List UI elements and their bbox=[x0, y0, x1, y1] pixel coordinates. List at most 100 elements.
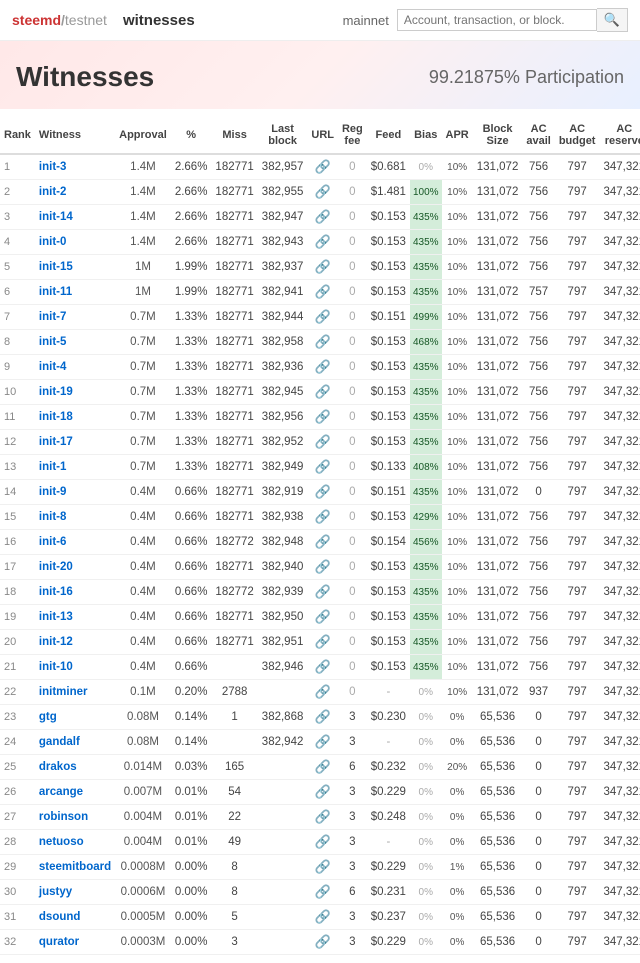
witness-link[interactable]: init-10 bbox=[39, 661, 73, 673]
site-name[interactable]: steemd bbox=[12, 12, 61, 28]
cell-apr: 10% bbox=[442, 680, 473, 705]
url-link-icon[interactable]: 🔗 bbox=[315, 809, 331, 824]
witness-link[interactable]: init-6 bbox=[39, 536, 66, 548]
url-link-icon[interactable]: 🔗 bbox=[315, 234, 331, 249]
cell-ac-avail: 756 bbox=[522, 455, 554, 480]
cell-apr: 10% bbox=[442, 230, 473, 255]
url-link-icon[interactable]: 🔗 bbox=[315, 159, 331, 174]
url-link-icon[interactable]: 🔗 bbox=[315, 359, 331, 374]
url-link-icon[interactable]: 🔗 bbox=[315, 184, 331, 199]
cell-url: 🔗 bbox=[307, 855, 338, 880]
cell-witness: arcange bbox=[35, 780, 115, 805]
witness-link[interactable]: init-15 bbox=[39, 261, 73, 273]
witness-link[interactable]: init-8 bbox=[39, 511, 66, 523]
url-link-icon[interactable]: 🔗 bbox=[315, 459, 331, 474]
cell-block-size: 131,072 bbox=[473, 680, 523, 705]
cell-last-block: 382,939 bbox=[258, 580, 308, 605]
url-link-icon[interactable]: 🔗 bbox=[315, 259, 331, 274]
url-link-icon[interactable]: 🔗 bbox=[315, 434, 331, 449]
url-link-icon[interactable]: 🔗 bbox=[315, 309, 331, 324]
url-link-icon[interactable]: 🔗 bbox=[315, 409, 331, 424]
cell-rank: 30 bbox=[0, 880, 35, 905]
witness-link[interactable]: init-14 bbox=[39, 211, 73, 223]
url-link-icon[interactable]: 🔗 bbox=[315, 484, 331, 499]
col-witness: Witness bbox=[35, 117, 115, 154]
witness-link[interactable]: netuoso bbox=[39, 836, 84, 848]
witness-link[interactable]: init-13 bbox=[39, 611, 73, 623]
mainnet-link[interactable]: mainnet bbox=[343, 13, 389, 28]
url-link-icon[interactable]: 🔗 bbox=[315, 209, 331, 224]
url-link-icon[interactable]: 🔗 bbox=[315, 384, 331, 399]
cell-ac-avail: 756 bbox=[522, 380, 554, 405]
url-link-icon[interactable]: 🔗 bbox=[315, 584, 331, 599]
witness-link[interactable]: init-18 bbox=[39, 411, 73, 423]
cell-witness: init-9 bbox=[35, 480, 115, 505]
witness-link[interactable]: qurator bbox=[39, 936, 79, 948]
cell-miss: 182771 bbox=[211, 205, 257, 230]
witness-link[interactable]: gandalf bbox=[39, 736, 80, 748]
witness-link[interactable]: init-16 bbox=[39, 586, 73, 598]
witness-link[interactable]: init-0 bbox=[39, 236, 66, 248]
search-input[interactable] bbox=[397, 9, 597, 31]
url-link-icon[interactable]: 🔗 bbox=[315, 684, 331, 699]
cell-block-size: 131,072 bbox=[473, 505, 523, 530]
url-link-icon[interactable]: 🔗 bbox=[315, 534, 331, 549]
witness-link[interactable]: arcange bbox=[39, 786, 83, 798]
url-link-icon[interactable]: 🔗 bbox=[315, 284, 331, 299]
witness-link[interactable]: init-4 bbox=[39, 361, 66, 373]
url-link-icon[interactable]: 🔗 bbox=[315, 559, 331, 574]
cell-bias: 0% bbox=[410, 680, 442, 705]
cell-reg-fee: 6 bbox=[338, 880, 367, 905]
url-link-icon[interactable]: 🔗 bbox=[315, 509, 331, 524]
witness-link[interactable]: justyy bbox=[39, 886, 72, 898]
cell-reg-fee: 0 bbox=[338, 505, 367, 530]
cell-rank: 14 bbox=[0, 480, 35, 505]
cell-miss: 182771 bbox=[211, 405, 257, 430]
witness-link[interactable]: initminer bbox=[39, 686, 88, 698]
url-link-icon[interactable]: 🔗 bbox=[315, 884, 331, 899]
witness-link[interactable]: init-1 bbox=[39, 461, 66, 473]
witness-link[interactable]: init-9 bbox=[39, 486, 66, 498]
cell-pct: 0.66% bbox=[171, 505, 212, 530]
url-link-icon[interactable]: 🔗 bbox=[315, 784, 331, 799]
site-logo[interactable]: steemd/testnet bbox=[12, 12, 107, 28]
url-link-icon[interactable]: 🔗 bbox=[315, 334, 331, 349]
url-link-icon[interactable]: 🔗 bbox=[315, 734, 331, 749]
witness-link[interactable]: init-19 bbox=[39, 386, 73, 398]
witness-link[interactable]: dsound bbox=[39, 911, 81, 923]
cell-url: 🔗 bbox=[307, 655, 338, 680]
witness-link[interactable]: init-5 bbox=[39, 336, 66, 348]
url-link-icon[interactable]: 🔗 bbox=[315, 709, 331, 724]
witness-link[interactable]: gtg bbox=[39, 711, 57, 723]
cell-pct: 0.00% bbox=[171, 880, 212, 905]
cell-url: 🔗 bbox=[307, 255, 338, 280]
url-link-icon[interactable]: 🔗 bbox=[315, 834, 331, 849]
cell-ac-reserve: 347,321 bbox=[599, 830, 640, 855]
url-link-icon[interactable]: 🔗 bbox=[315, 859, 331, 874]
url-link-icon[interactable]: 🔗 bbox=[315, 659, 331, 674]
witness-link[interactable]: robinson bbox=[39, 811, 88, 823]
witness-link[interactable]: init-17 bbox=[39, 436, 73, 448]
witness-link[interactable]: drakos bbox=[39, 761, 77, 773]
cell-feed: $0.229 bbox=[367, 855, 410, 880]
url-link-icon[interactable]: 🔗 bbox=[315, 609, 331, 624]
url-link-icon[interactable]: 🔗 bbox=[315, 934, 331, 949]
cell-block-size: 65,536 bbox=[473, 905, 523, 930]
witness-link[interactable]: init-2 bbox=[39, 186, 66, 198]
cell-bias: 0% bbox=[410, 880, 442, 905]
witness-link[interactable]: init-12 bbox=[39, 636, 73, 648]
url-link-icon[interactable]: 🔗 bbox=[315, 759, 331, 774]
witness-link[interactable]: init-3 bbox=[39, 161, 66, 173]
search-button[interactable]: 🔍 bbox=[597, 8, 628, 32]
witness-link[interactable]: init-11 bbox=[39, 286, 72, 298]
cell-feed: $0.681 bbox=[367, 154, 410, 180]
url-link-icon[interactable]: 🔗 bbox=[315, 909, 331, 924]
cell-block-size: 65,536 bbox=[473, 780, 523, 805]
url-link-icon[interactable]: 🔗 bbox=[315, 634, 331, 649]
witness-link[interactable]: init-20 bbox=[39, 561, 73, 573]
witness-link[interactable]: init-7 bbox=[39, 311, 66, 323]
witness-link[interactable]: steemitboard bbox=[39, 861, 111, 873]
cell-apr: 10% bbox=[442, 530, 473, 555]
cell-apr: 10% bbox=[442, 255, 473, 280]
cell-ac-budget: 797 bbox=[555, 530, 600, 555]
